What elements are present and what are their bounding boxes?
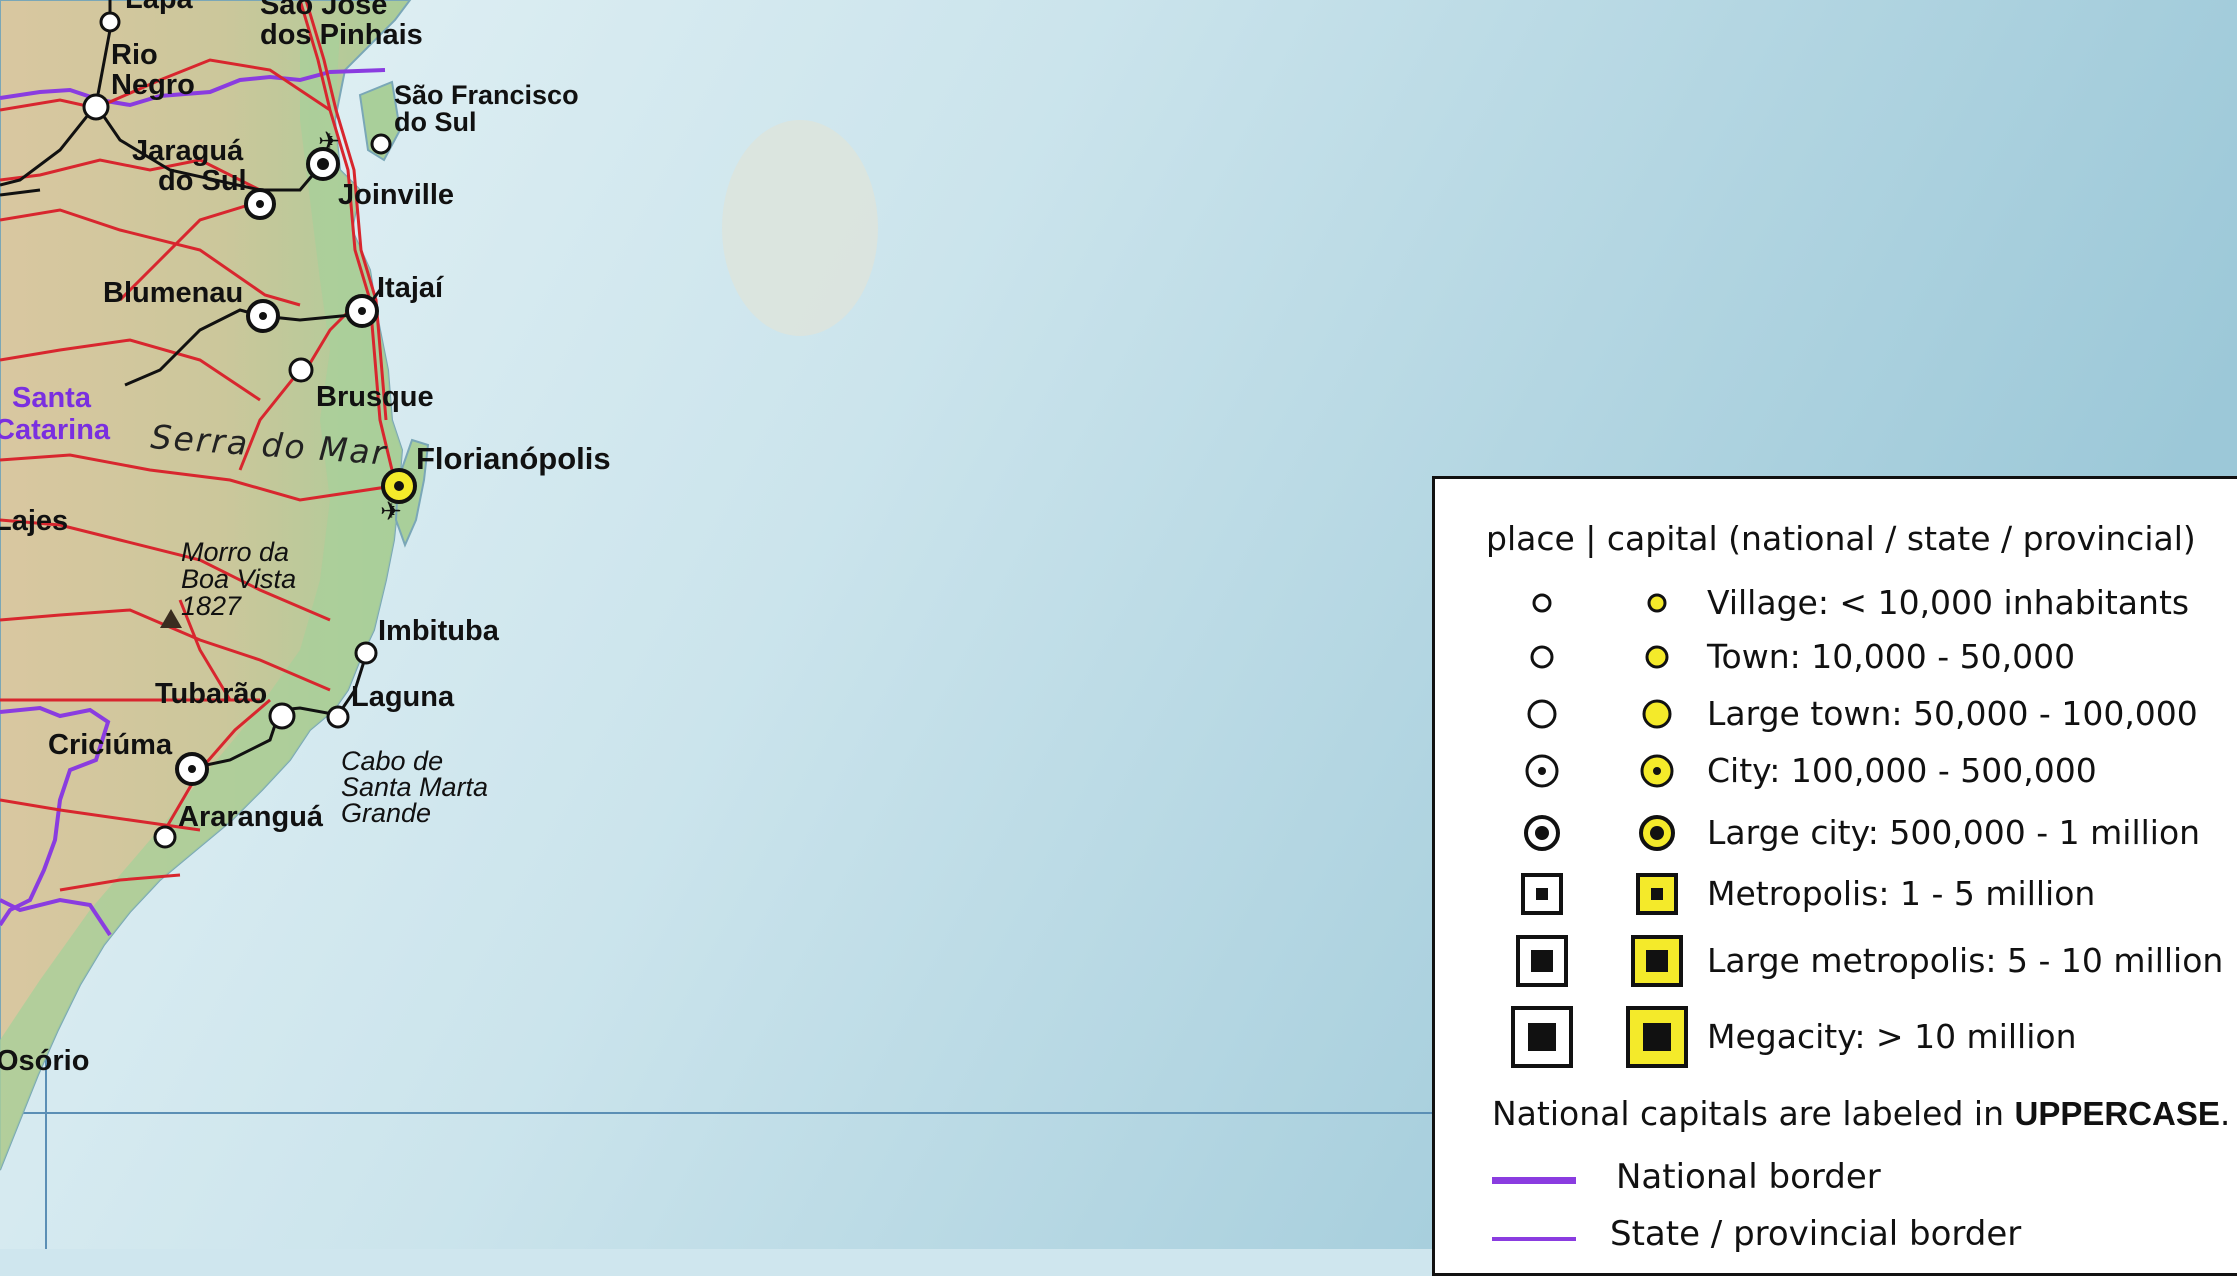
legend-label: Village: < 10,000 inhabitants: [1707, 583, 2190, 622]
place-label-laguna: Laguna: [351, 681, 455, 713]
city-dotted-circle-icon: [1507, 736, 1577, 806]
place-marker-rio-negro: [82, 93, 110, 121]
legend-label: Large town: 50,000 - 100,000: [1707, 694, 2198, 733]
metropolis-square-icon: [1507, 859, 1577, 929]
legend-row: Large town: 50,000 - 100,000: [1435, 686, 2237, 742]
place-label-rio-negro: Rio: [111, 39, 158, 71]
place-marker-brusque: [288, 357, 314, 383]
national-border-swatch: [1492, 1177, 1576, 1184]
legend-label: Large metropolis: 5 - 10 million: [1707, 941, 2224, 980]
state-label-santa-catarina: Catarina: [0, 414, 111, 446]
legend-line-row: State / provincial border: [1435, 1212, 2237, 1262]
place-label-sao-jose: dos Pinhais: [260, 19, 423, 51]
legend-note: National capitals are labeled in UPPERCA…: [1492, 1094, 2231, 1133]
place-label-joinville: Joinville: [338, 179, 454, 211]
legend-row: Large city: 500,000 - 1 million: [1435, 805, 2237, 861]
place-label-criciuma: Criciúma: [48, 729, 173, 761]
legend-row: Large metropolis: 5 - 10 million: [1435, 933, 2237, 989]
legend-line-row: National border: [1435, 1155, 2237, 1205]
large-city-capital-icon: [1622, 798, 1692, 868]
place-marker-ararangua: [153, 825, 177, 849]
city-capital-icon: [1622, 736, 1692, 806]
megacity-capital-icon: [1622, 1002, 1692, 1072]
place-marker-laguna: [326, 705, 350, 729]
place-label-lapa: Lapa: [125, 0, 194, 15]
place-label-sao-jose: São José: [260, 0, 387, 21]
place-label-sao-francisco: do Sul: [394, 107, 477, 137]
map-legend: place | capital (national / state / prov…: [1432, 476, 2237, 1276]
legend-row: City: 100,000 - 500,000: [1435, 743, 2237, 799]
place-label-lajes: Lajes: [0, 505, 68, 537]
large-metropolis-capital-icon: [1622, 926, 1692, 996]
legend-label: Megacity: > 10 million: [1707, 1017, 2077, 1056]
place-marker-tubarao: [268, 702, 296, 730]
place-label-sao-francisco: São Francisco: [394, 80, 579, 110]
legend-row: Metropolis: 1 - 5 million: [1435, 866, 2237, 922]
peak-label: Morro da: [181, 537, 289, 567]
place-marker-sao-francisco: [370, 133, 392, 155]
legend-row: Megacity: > 10 million: [1435, 1006, 2237, 1068]
large-metropolis-square-icon: [1507, 926, 1577, 996]
cape-label: Grande: [341, 798, 431, 828]
place-label-florianopolis: Florianópolis: [416, 441, 611, 476]
peak-label: Boa Vista: [181, 564, 296, 594]
place-label-itajai: Itajaí: [377, 272, 444, 304]
place-label-jaragua: do Sul: [158, 165, 247, 197]
seamount: [722, 120, 878, 336]
legend-label: City: 100,000 - 500,000: [1707, 751, 2097, 790]
legend-label: Town: 10,000 - 50,000: [1707, 637, 2076, 676]
legend-line-label: State / provincial border: [1610, 1214, 2022, 1254]
peak-elevation: 1827: [181, 591, 242, 621]
megacity-square-icon: [1507, 1002, 1577, 1072]
place-label-imbituba: Imbituba: [378, 615, 500, 647]
place-label-tubarao: Tubarão: [155, 678, 267, 710]
place-label-ararangua: Araranguá: [178, 801, 324, 833]
legend-header: place | capital (national / state / prov…: [1486, 519, 2196, 558]
state-label-santa-catarina: Santa: [12, 382, 92, 414]
state-border-swatch: [1492, 1237, 1576, 1241]
legend-row: Town: 10,000 - 50,000: [1435, 629, 2237, 685]
place-label-osorio: Osório: [0, 1045, 89, 1077]
legend-label: Large city: 500,000 - 1 million: [1707, 813, 2201, 852]
place-marker-lapa: [99, 11, 121, 33]
large-city-dotted-circle-icon: [1507, 798, 1577, 868]
place-label-rio-negro: Negro: [111, 69, 195, 101]
place-label-brusque: Brusque: [316, 381, 434, 413]
metropolis-capital-icon: [1622, 859, 1692, 929]
place-marker-imbituba: [354, 641, 378, 665]
place-label-blumenau: Blumenau: [103, 277, 243, 309]
place-label-jaragua: Jaraguá: [132, 135, 244, 167]
legend-label: Metropolis: 1 - 5 million: [1707, 874, 2096, 913]
legend-line-label: National border: [1616, 1157, 1881, 1197]
